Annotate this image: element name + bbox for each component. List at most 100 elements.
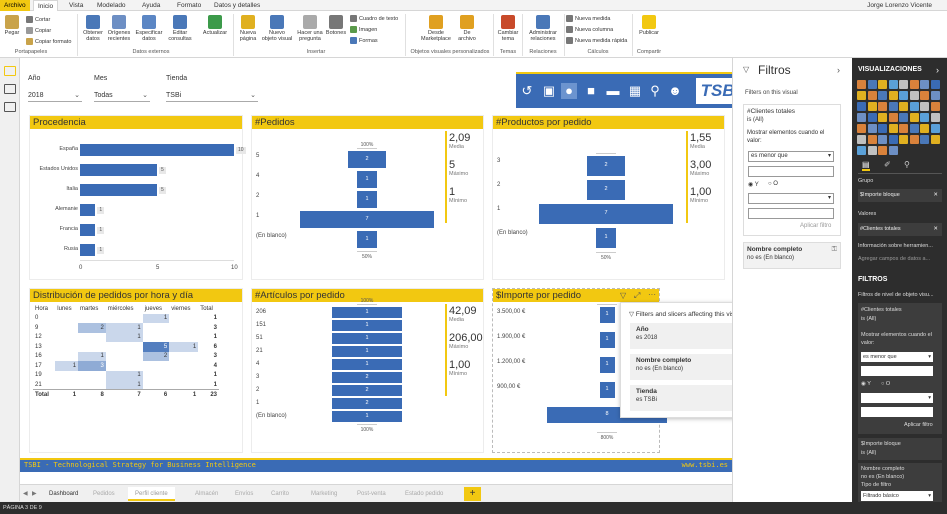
condition-value-input[interactable] — [748, 166, 834, 177]
visual-type-icon[interactable] — [878, 102, 887, 111]
visual-type-icon[interactable] — [857, 102, 866, 111]
visual-type-icon[interactable] — [888, 80, 898, 89]
visual-type-icon[interactable] — [867, 146, 877, 155]
visual-type-icon[interactable] — [857, 91, 866, 100]
visual-type-icon[interactable] — [867, 113, 877, 122]
ask-question-button[interactable]: Hacer una pregunta — [295, 15, 325, 42]
condition-value-input-2[interactable] — [861, 407, 933, 417]
buttons-button[interactable]: Botones — [325, 15, 347, 36]
pedidos-chart[interactable]: #Pedidos 100% 5 2 4 1 2 1 1 7 (En blanco) 1 50% 2,09… — [251, 115, 506, 280]
visual-type-icon[interactable] — [888, 102, 898, 111]
add-page-button[interactable]: + — [464, 487, 481, 501]
condition-value-input-2[interactable] — [748, 208, 834, 219]
visual-type-icon[interactable] — [909, 91, 919, 100]
visual-type-icon[interactable] — [909, 135, 919, 144]
page-tab[interactable]: Carrito — [264, 487, 296, 501]
page-tab[interactable]: Almacén — [188, 487, 225, 501]
grupo-field[interactable]: $Importe bloque ✕ — [858, 189, 942, 202]
visual-type-icon[interactable] — [888, 146, 898, 155]
viz-filter-card[interactable]: #Clientes totales is (All) Mostrar eleme… — [858, 303, 942, 434]
tab-modelado[interactable]: Modelado — [93, 0, 130, 11]
page-tab[interactable]: Dashboard — [42, 487, 85, 501]
visual-type-icon[interactable] — [920, 91, 929, 100]
data-view-icon[interactable] — [4, 84, 16, 94]
tab-archivo[interactable]: Archivo — [0, 0, 30, 11]
copy-button[interactable]: Copiar — [26, 27, 51, 34]
viz-filter-nombre[interactable]: Nombre completo no es (En blanco) Tipo d… — [858, 463, 942, 502]
from-file-button[interactable]: De archivo — [454, 15, 480, 42]
visual-type-icon[interactable] — [857, 146, 866, 155]
basket-icon[interactable]: ▣ — [541, 83, 557, 99]
new-page-button[interactable]: Nueva página — [236, 15, 260, 42]
visual-type-icon[interactable] — [920, 102, 929, 111]
articulos-chart[interactable]: #Artículos por pedido 100% 206 1 151 1 51 1 21 1… — [251, 288, 506, 453]
collapse-pane-icon[interactable]: › — [936, 65, 939, 75]
more-options-icon[interactable]: ··· — [648, 290, 656, 299]
visual-type-icon[interactable] — [878, 91, 887, 100]
visual-type-icon[interactable] — [930, 135, 940, 144]
filter-type-select[interactable]: Filtrado básico ▾ — [861, 491, 933, 501]
visual-type-icon[interactable] — [920, 80, 929, 89]
visual-type-icon[interactable] — [909, 113, 919, 122]
remove-field-icon[interactable]: ✕ — [933, 223, 938, 236]
visual-type-icon[interactable] — [888, 135, 898, 144]
visual-type-icon[interactable] — [920, 135, 929, 144]
visual-type-icon[interactable] — [857, 113, 866, 122]
visual-type-icon[interactable] — [867, 135, 877, 144]
condition-select-2[interactable]: ▾ — [748, 193, 834, 204]
fields-tab-icon[interactable]: ▤ — [862, 160, 870, 171]
visual-type-icon[interactable] — [930, 124, 940, 133]
visual-type-icon[interactable] — [899, 102, 908, 111]
refresh-button[interactable]: Actualizar — [200, 15, 230, 36]
format-painter-button[interactable]: Copiar formato — [26, 38, 71, 45]
visual-type-icon[interactable] — [930, 113, 940, 122]
page-tab[interactable]: Perfil cliente — [128, 487, 175, 501]
visual-type-icon[interactable] — [878, 80, 887, 89]
recent-sources-button[interactable]: Orígenes recientes — [106, 15, 132, 42]
analytics-tab-icon[interactable]: ⚲ — [904, 160, 910, 169]
get-data-button[interactable]: Obtener datos — [81, 15, 105, 42]
visual-type-icon[interactable] — [878, 146, 887, 155]
page-tab[interactable]: Pedidos — [86, 487, 122, 501]
search-icon[interactable]: ⚲ — [647, 83, 663, 99]
visual-type-icon[interactable] — [867, 80, 877, 89]
visual-type-icon[interactable] — [857, 124, 866, 133]
next-page-icon[interactable]: ▶ — [32, 490, 37, 497]
warehouse-icon[interactable]: ■ — [583, 83, 599, 99]
visual-type-icon[interactable] — [857, 135, 866, 144]
or-radio[interactable]: ○ O — [768, 181, 778, 187]
productos-chart[interactable]: #Productos por pedido 3 2 2 2 1 7 (En blanco) 1… — [492, 115, 747, 280]
truck-icon[interactable]: ▬ — [605, 83, 621, 99]
filter-icon[interactable]: ▽ — [620, 291, 626, 300]
condition-select[interactable]: es menor que ▾ — [861, 352, 933, 362]
quick-measure-button[interactable]: Nueva medida rápida — [566, 37, 627, 44]
visual-type-icon[interactable] — [930, 91, 940, 100]
condition-value-input[interactable] — [861, 366, 933, 376]
procedencia-chart[interactable]: Procedencia España 10 Estados Unidos 5 Itali… — [29, 115, 246, 280]
visual-type-icon[interactable] — [899, 80, 908, 89]
remove-field-icon[interactable]: ✕ — [933, 189, 938, 202]
visual-type-icon[interactable] — [930, 102, 940, 111]
visual-type-icon[interactable] — [878, 113, 887, 122]
month-slicer[interactable]: Todas ⌄ — [94, 90, 150, 102]
model-view-icon[interactable] — [4, 102, 16, 112]
customers-icon[interactable]: ● — [561, 83, 577, 99]
manage-relationships-button[interactable]: Administrar relaciones — [524, 15, 562, 42]
apply-filter-button[interactable]: Aplicar filtro — [800, 223, 831, 229]
tab-datos-detalles[interactable]: Datos y detalles — [210, 0, 264, 11]
page-tab[interactable]: Estado pedido — [398, 487, 450, 501]
and-radio[interactable]: ◉ Y — [748, 181, 759, 188]
edit-queries-button[interactable]: Editar consultas — [166, 15, 194, 42]
collapse-pane-icon[interactable]: › — [837, 65, 840, 75]
distribucion-matrix[interactable]: Distribución de pedidos por hora y día H… — [29, 288, 243, 453]
visual-type-icon[interactable] — [867, 102, 877, 111]
page-tab[interactable]: Post-venta — [350, 487, 393, 501]
marketplace-button[interactable]: Desde Marketplace — [418, 15, 454, 42]
or-radio[interactable]: ○ O — [881, 381, 890, 387]
paste-button[interactable]: Pegar — [4, 15, 20, 36]
cut-button[interactable]: Cortar — [26, 16, 50, 23]
visual-type-icon[interactable] — [920, 124, 929, 133]
visual-type-icon[interactable] — [888, 113, 898, 122]
visual-type-icon[interactable] — [899, 135, 908, 144]
page-tab[interactable]: Marketing — [304, 487, 344, 501]
